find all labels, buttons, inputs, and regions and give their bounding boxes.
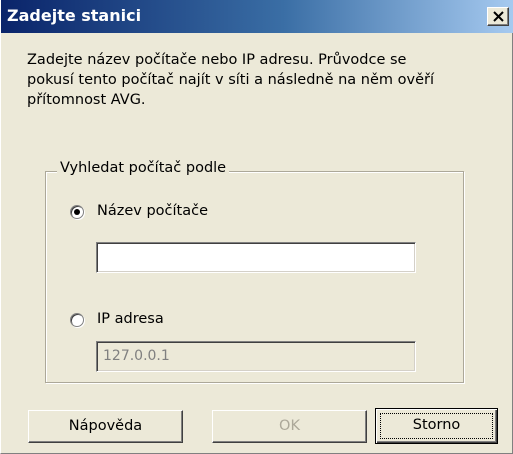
focus-rectangle [380,413,493,439]
dialog-window: Zadejte stanici Zadejte název počítače n… [0,0,513,454]
description-line: Zadejte název počítače nebo IP adresu. P… [27,52,407,68]
description-line: pokusí tento počítač najít v síti a násl… [27,72,435,88]
title-bar[interactable]: Zadejte stanici [1,0,513,33]
radio-selected-dot [74,209,80,215]
close-icon [493,11,504,22]
window-title: Zadejte stanici [7,6,142,25]
description-line: přítomnost AVG. [27,92,146,108]
groupbox-legend: Vyhledat počítač podle [57,160,230,176]
radio-ip-address-label[interactable]: IP adresa [97,311,164,327]
cancel-button[interactable]: Storno [375,408,498,444]
ip-address-input: 127.0.0.1 [96,341,416,372]
help-button[interactable]: Nápověda [28,410,183,443]
radio-ip-address[interactable] [70,313,84,327]
close-button[interactable] [487,7,509,26]
description-text: Zadejte název počítače nebo IP adresu. P… [27,50,497,110]
radio-computer-name[interactable] [70,205,84,219]
computer-name-input[interactable] [96,242,416,273]
radio-computer-name-label[interactable]: Název počítače [97,203,208,219]
ok-button: OK [212,410,367,443]
